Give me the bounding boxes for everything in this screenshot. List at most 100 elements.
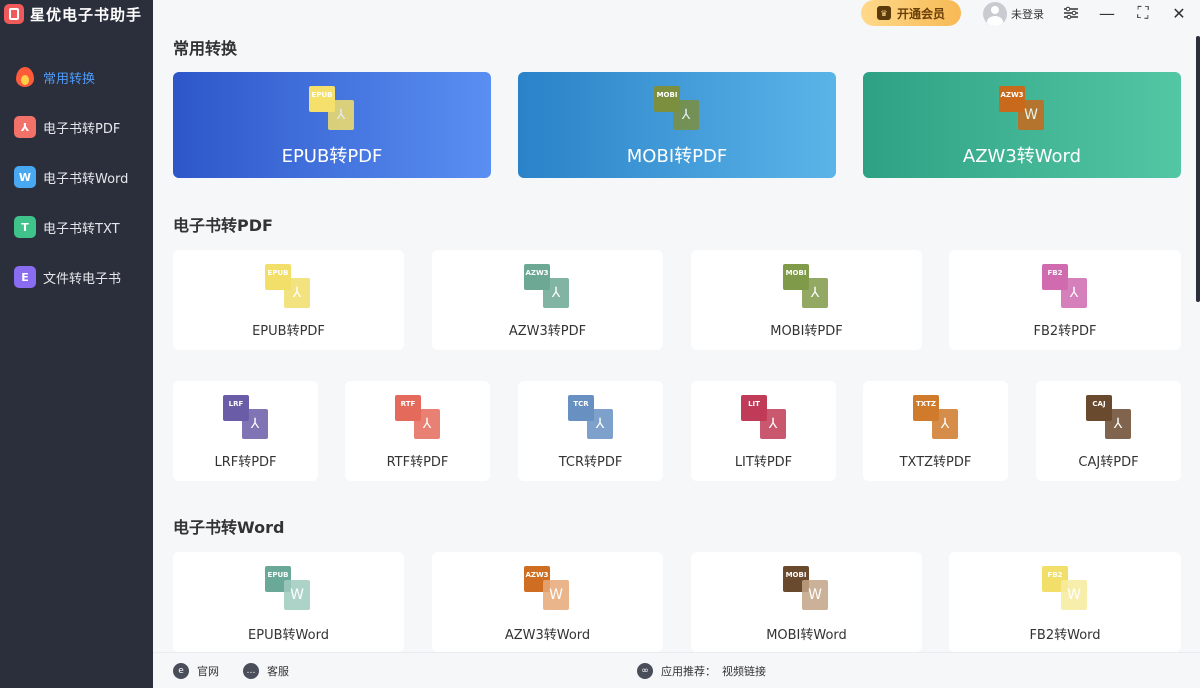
card-lrf-to-pdf[interactable]: LRF ⅄ LRF转PDF: [173, 381, 318, 481]
flame-icon: [14, 65, 36, 89]
card-rtf-to-pdf[interactable]: RTF ⅄ RTF转PDF: [345, 381, 490, 481]
card-label: RTF转PDF: [386, 455, 449, 470]
support-label: 客服: [267, 665, 289, 678]
hero-card-label: MOBI转PDF: [626, 146, 728, 167]
fb2-file-icon: FB2 ⅄: [1042, 264, 1088, 308]
card-label: EPUB转PDF: [252, 324, 325, 339]
website-link[interactable]: e 官网: [173, 653, 219, 688]
sidebar-item-to-txt[interactable]: T 电子书转TXT: [0, 202, 153, 252]
sidebar-item-common[interactable]: 常用转换: [0, 52, 153, 102]
card-epub-to-word[interactable]: EPUB W EPUB转Word: [173, 552, 404, 652]
pdf-glyph: ⅄: [802, 278, 828, 308]
card-label: MOBI转Word: [766, 628, 847, 643]
section-title-to-word: 电子书转Word: [173, 518, 285, 537]
card-caj-to-pdf[interactable]: CAJ ⅄ CAJ转PDF: [1036, 381, 1181, 481]
recommend-link[interactable]: ∞ 应用推荐： 视频链接: [637, 653, 766, 688]
card-label: LIT转PDF: [734, 455, 793, 470]
card-lit-to-pdf[interactable]: LIT ⅄ LIT转PDF: [691, 381, 836, 481]
pdf-glyph: ⅄: [587, 409, 613, 439]
pdf-glyph: ⅄: [673, 100, 699, 130]
sidebar-item-to-pdf[interactable]: ⅄ 电子书转PDF: [0, 102, 153, 152]
support-link[interactable]: … 客服: [243, 653, 289, 688]
sidebar-item-label: 电子书转PDF: [43, 121, 121, 137]
card-txtz-to-pdf[interactable]: TXTZ ⅄ TXTZ转PDF: [863, 381, 1008, 481]
sidebar: 星优电子书助手 常用转换 ⅄ 电子书转PDF W 电子书转Word T 电子书转…: [0, 0, 153, 688]
tcr-file-icon: TCR ⅄: [568, 395, 614, 439]
fb2-file-icon: FB2 W: [1042, 566, 1088, 610]
footer: e 官网 … 客服 ∞ 应用推荐： 视频链接: [153, 652, 1200, 688]
pdf-glyph: ⅄: [284, 278, 310, 308]
avatar-icon: [983, 2, 1007, 26]
card-label: FB2转PDF: [1033, 324, 1097, 339]
card-label: AZW3转Word: [504, 628, 591, 643]
maximize-button[interactable]: ⛶: [1132, 2, 1154, 24]
scrollbar[interactable]: [1196, 36, 1200, 302]
mobi-file-icon: MOBI ⅄: [783, 264, 829, 308]
word-icon: W: [14, 166, 36, 188]
rtf-file-icon: RTF ⅄: [395, 395, 441, 439]
word-glyph: W: [802, 580, 828, 610]
epub-file-icon: EPUB ⅄: [309, 86, 355, 130]
card-label: MOBI转PDF: [770, 324, 843, 339]
hero-card-epub-to-pdf[interactable]: EPUB ⅄ EPUB转PDF: [173, 72, 491, 178]
brand: 星优电子书助手: [0, 0, 153, 28]
pdf-glyph: ⅄: [1061, 278, 1087, 308]
word-glyph: W: [543, 580, 569, 610]
vip-label: 开通会员: [896, 6, 945, 21]
login-label: 未登录: [1011, 8, 1044, 21]
card-mobi-to-word[interactable]: MOBI W MOBI转Word: [691, 552, 922, 652]
txtz-file-icon: TXTZ ⅄: [913, 395, 959, 439]
title-bar: ♛ 开通会员 未登录 — ⛶ ✕: [153, 0, 1200, 28]
recommend-label: 应用推荐：: [661, 665, 716, 678]
hero-card-label: AZW3转Word: [962, 146, 1082, 167]
ebook-icon: E: [14, 266, 36, 288]
close-button[interactable]: ✕: [1168, 2, 1190, 24]
link-icon: ∞: [637, 663, 653, 679]
pdf-icon: ⅄: [14, 116, 36, 138]
minimize-button[interactable]: —: [1096, 2, 1118, 24]
card-label: CAJ转PDF: [1078, 455, 1139, 470]
lit-file-icon: LIT ⅄: [741, 395, 787, 439]
pdf-glyph: ⅄: [414, 409, 440, 439]
app-title: 星优电子书助手: [30, 5, 143, 24]
sliders-icon[interactable]: [1060, 2, 1082, 24]
section-title-common: 常用转换: [173, 39, 238, 58]
website-label: 官网: [197, 665, 219, 678]
word-glyph: W: [1018, 100, 1044, 130]
card-label: EPUB转Word: [248, 628, 329, 643]
caj-file-icon: CAJ ⅄: [1086, 395, 1132, 439]
pdf-glyph: ⅄: [760, 409, 786, 439]
card-fb2-to-word[interactable]: FB2 W FB2转Word: [949, 552, 1181, 652]
login-button[interactable]: 未登录: [983, 2, 1044, 26]
card-azw3-to-pdf[interactable]: AZW3 ⅄ AZW3转PDF: [432, 250, 663, 350]
video-link[interactable]: 视频链接: [722, 663, 766, 679]
word-glyph: W: [284, 580, 310, 610]
pdf-glyph: ⅄: [1105, 409, 1131, 439]
sidebar-item-to-word[interactable]: W 电子书转Word: [0, 152, 153, 202]
hero-card-azw3-to-word[interactable]: AZW3 W AZW3转Word: [863, 72, 1181, 178]
card-fb2-to-pdf[interactable]: FB2 ⅄ FB2转PDF: [949, 250, 1181, 350]
lrf-file-icon: LRF ⅄: [223, 395, 269, 439]
card-label: LRF转PDF: [214, 455, 277, 470]
hero-card-mobi-to-pdf[interactable]: MOBI ⅄ MOBI转PDF: [518, 72, 836, 178]
card-azw3-to-word[interactable]: AZW3 W AZW3转Word: [432, 552, 663, 652]
card-mobi-to-pdf[interactable]: MOBI ⅄ MOBI转PDF: [691, 250, 922, 350]
sidebar-nav: 常用转换 ⅄ 电子书转PDF W 电子书转Word T 电子书转TXT E 文件…: [0, 52, 153, 302]
card-tcr-to-pdf[interactable]: TCR ⅄ TCR转PDF: [518, 381, 663, 481]
mobi-file-icon: MOBI W: [783, 566, 829, 610]
azw3-file-icon: AZW3 W: [999, 86, 1045, 130]
browser-icon: e: [173, 663, 189, 679]
pdf-glyph: ⅄: [242, 409, 268, 439]
azw3-file-icon: AZW3 ⅄: [524, 264, 570, 308]
hero-card-label: EPUB转PDF: [281, 146, 383, 167]
chat-icon: …: [243, 663, 259, 679]
card-label: AZW3转PDF: [508, 324, 587, 339]
card-epub-to-pdf[interactable]: EPUB ⅄ EPUB转PDF: [173, 250, 404, 350]
epub-file-icon: EPUB ⅄: [265, 264, 311, 308]
txt-icon: T: [14, 216, 36, 238]
app-logo-icon: [4, 4, 24, 24]
vip-button[interactable]: ♛ 开通会员: [861, 0, 961, 26]
sidebar-item-to-ebook[interactable]: E 文件转电子书: [0, 252, 153, 302]
pdf-glyph: ⅄: [328, 100, 354, 130]
section-title-to-pdf: 电子书转PDF: [173, 216, 273, 235]
